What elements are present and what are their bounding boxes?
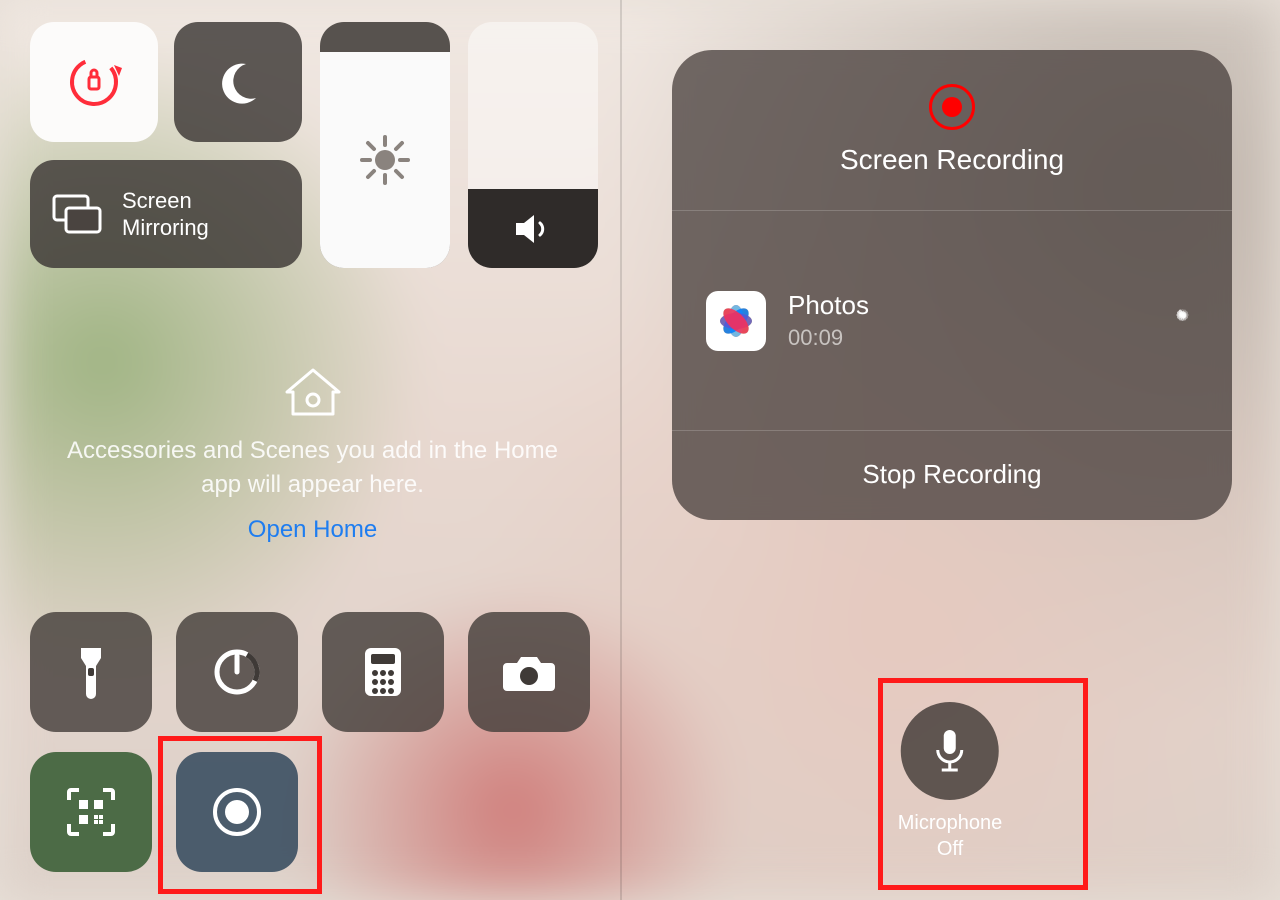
recording-indicator (929, 84, 975, 130)
loading-spinner-icon (1164, 304, 1198, 338)
screen-mirroring-tile[interactable]: Screen Mirroring (30, 160, 302, 268)
highlight-record-button (158, 736, 322, 894)
calculator-icon (363, 646, 403, 698)
photos-app-icon (706, 291, 766, 351)
destination-elapsed: 00:09 (788, 325, 869, 351)
orientation-lock-icon (64, 52, 124, 112)
screen-mirroring-icon (50, 192, 104, 236)
destination-app-name: Photos (788, 290, 869, 321)
orientation-lock-tile[interactable] (30, 22, 158, 142)
record-dot-icon (942, 97, 962, 117)
volume-slider[interactable] (468, 22, 598, 268)
moon-icon (212, 56, 264, 108)
qr-scanner-button[interactable] (30, 752, 152, 872)
screen-recording-panel: Screen Recording (620, 0, 1280, 900)
sun-icon (358, 133, 412, 187)
screen-mirroring-label: Screen Mirroring (122, 187, 209, 242)
panel-divider (620, 0, 622, 900)
control-center-panel: Screen Mirroring Accessories and Scenes … (0, 0, 620, 900)
home-card: Accessories and Scenes you add in the Ho… (30, 338, 595, 570)
qr-icon (65, 786, 117, 838)
flashlight-icon (71, 644, 111, 700)
camera-icon (501, 651, 557, 693)
open-home-link[interactable]: Open Home (248, 516, 377, 544)
camera-button[interactable] (468, 612, 590, 732)
screen-recording-title: Screen Recording (840, 144, 1064, 176)
timer-button[interactable] (176, 612, 298, 732)
home-message: Accessories and Scenes you add in the Ho… (30, 434, 595, 501)
recording-destination-row[interactable]: Photos 00:09 (672, 210, 1232, 430)
home-icon (281, 364, 345, 420)
do-not-disturb-tile[interactable] (174, 22, 302, 142)
calculator-button[interactable] (322, 612, 444, 732)
flashlight-button[interactable] (30, 612, 152, 732)
brightness-slider[interactable] (320, 22, 450, 268)
speaker-icon (510, 206, 556, 252)
timer-icon (211, 646, 263, 698)
highlight-microphone (878, 678, 1088, 890)
screen-recording-card: Screen Recording (672, 50, 1232, 520)
stop-recording-button[interactable]: Stop Recording (672, 430, 1232, 518)
